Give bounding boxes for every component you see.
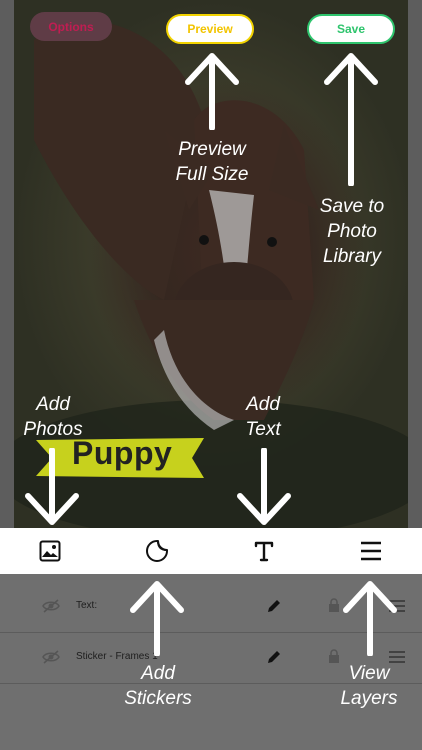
arrow-down-icon — [237, 448, 291, 525]
bottom-toolbar — [0, 528, 422, 574]
add-sticker-button[interactable] — [127, 528, 187, 574]
callout-add-stickers: Add Stickers — [124, 663, 192, 709]
pencil-icon[interactable] — [266, 598, 282, 614]
add-photo-button[interactable] — [20, 528, 80, 574]
callout-preview-full-size: Preview Full Size — [175, 139, 249, 185]
eye-hidden-icon[interactable] — [42, 650, 60, 664]
layer-label: Text: — [76, 600, 98, 611]
text-icon — [254, 541, 274, 562]
callout-save-to-library: Save to Photo Library — [319, 196, 385, 267]
left-gutter — [0, 0, 14, 528]
arrow-up-icon — [324, 53, 378, 186]
eye-hidden-icon[interactable] — [42, 599, 60, 613]
layers-menu-icon — [361, 541, 381, 561]
arrow-up-icon — [130, 581, 184, 656]
preview-button[interactable]: Preview — [166, 14, 254, 44]
add-text-button[interactable] — [234, 528, 294, 574]
arrow-down-icon — [25, 448, 79, 525]
pencil-icon[interactable] — [266, 649, 282, 665]
callout-add-text: Add Text — [245, 394, 281, 440]
save-button[interactable]: Save — [307, 14, 395, 44]
lock-icon[interactable] — [328, 598, 340, 613]
arrow-up-icon — [185, 53, 239, 130]
image-icon — [39, 540, 61, 562]
arrow-up-icon — [343, 581, 397, 656]
callout-view-layers: View Layers — [340, 663, 398, 709]
sticker-icon — [146, 540, 168, 562]
options-button[interactable]: Options — [30, 12, 112, 41]
view-layers-button[interactable] — [341, 528, 401, 574]
right-gutter — [408, 0, 422, 528]
callout-add-photos: Add Photos — [23, 394, 83, 440]
